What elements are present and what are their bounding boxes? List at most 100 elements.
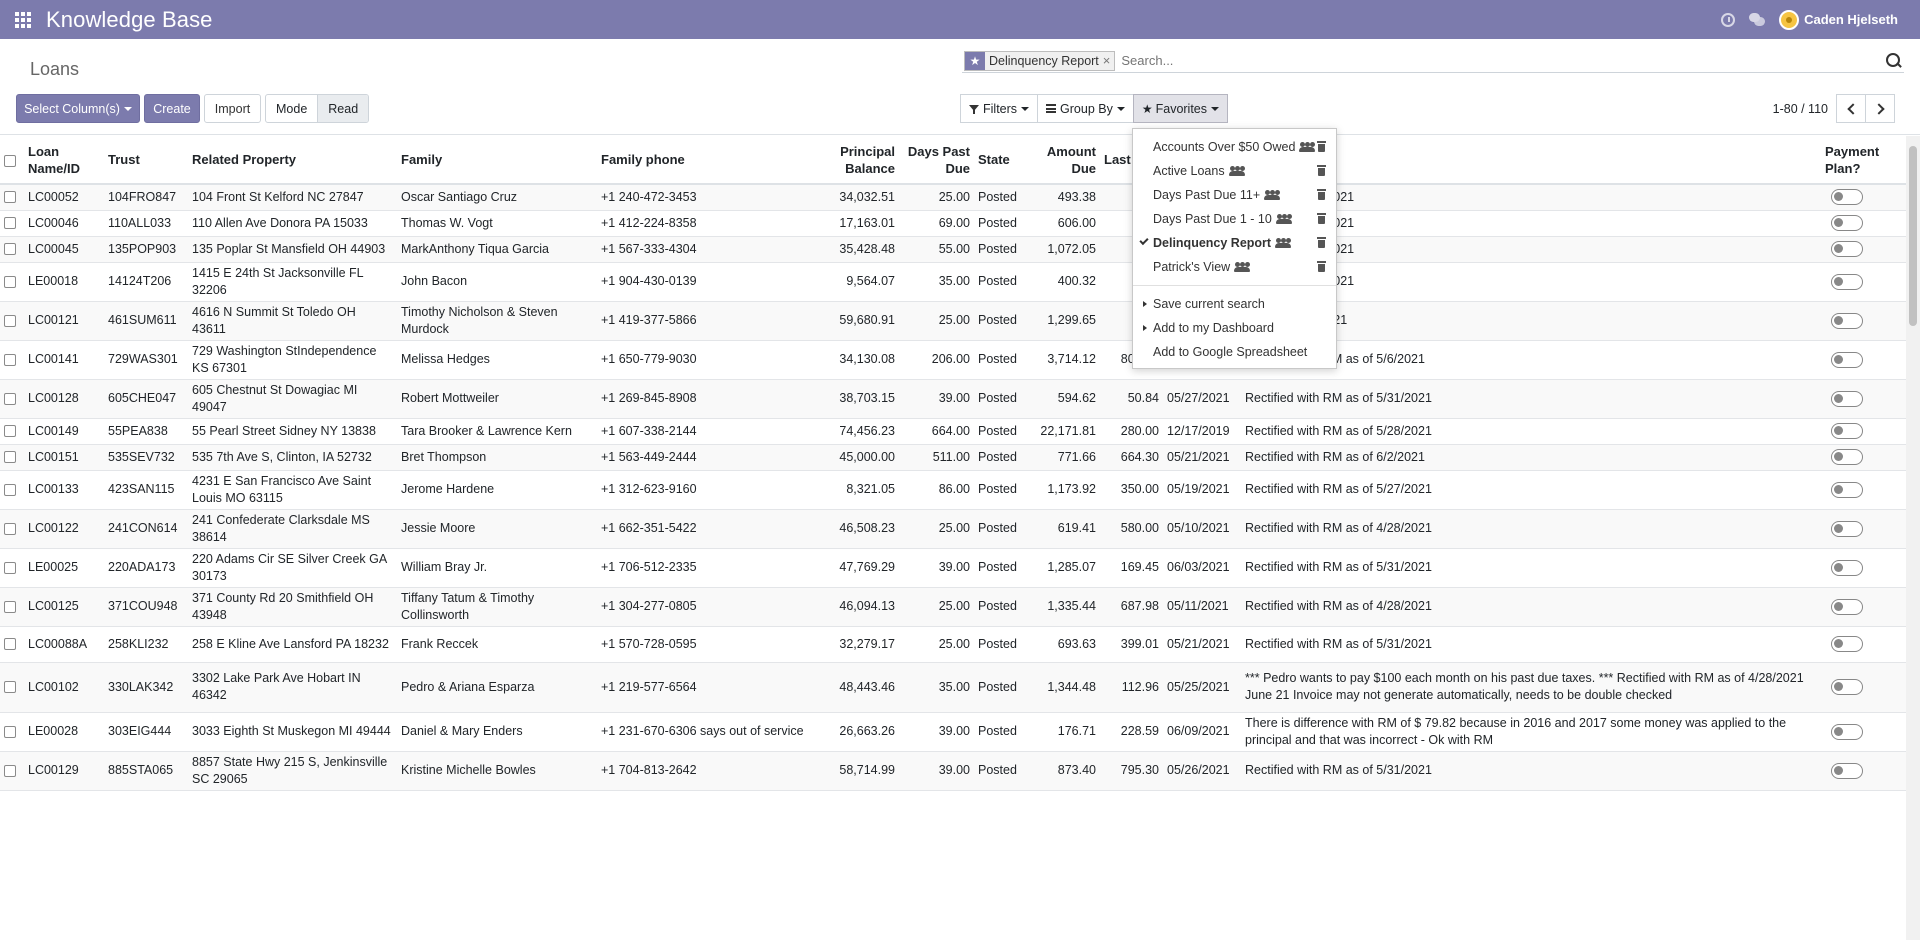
trash-icon[interactable] [1317, 237, 1326, 248]
payment-plan-toggle[interactable] [1821, 509, 1906, 549]
row-checkbox[interactable] [0, 470, 24, 510]
row-checkbox[interactable] [0, 210, 24, 237]
column-header-amount[interactable]: Amount Due [1024, 136, 1100, 185]
select-columns-button[interactable]: Select Column(s) [16, 94, 140, 123]
save-current-search[interactable]: Save current search [1133, 292, 1336, 316]
table-row[interactable]: LC00125 371COU948 371 County Rd 20 Smithfi… [0, 587, 1906, 627]
column-header-principal[interactable]: Principal Balance [817, 136, 899, 185]
trash-icon[interactable] [1317, 261, 1326, 272]
table-row[interactable]: LC00046 110ALL033 110 Allen Ave Donora PA … [0, 210, 1906, 237]
toggle-switch[interactable] [1831, 351, 1863, 368]
favorite-item[interactable]: Patrick's View [1133, 255, 1336, 279]
row-checkbox[interactable] [0, 712, 24, 752]
payment-plan-toggle[interactable] [1821, 662, 1906, 713]
read-button[interactable]: Read [318, 95, 369, 122]
row-checkbox[interactable] [0, 444, 24, 471]
table-row[interactable]: LC00122 241CON614 241 Confederate Clarksda… [0, 509, 1906, 549]
group-by-button[interactable]: Group By [1037, 94, 1134, 123]
row-checkbox[interactable] [0, 184, 24, 211]
toggle-switch[interactable] [1831, 449, 1863, 466]
search-input[interactable] [1115, 50, 1882, 71]
vertical-scrollbar[interactable] [1906, 136, 1920, 940]
toggle-switch[interactable] [1831, 215, 1863, 232]
create-button[interactable]: Create [144, 94, 200, 123]
payment-plan-toggle[interactable] [1821, 210, 1906, 237]
favorite-item[interactable]: Accounts Over $50 Owed [1133, 135, 1336, 159]
toggle-switch[interactable] [1831, 598, 1863, 615]
toggle-switch[interactable] [1831, 241, 1863, 258]
toggle-switch[interactable] [1831, 679, 1863, 696]
column-header-trust[interactable]: Trust [104, 136, 188, 185]
trash-icon[interactable] [1317, 213, 1326, 224]
toggle-switch[interactable] [1831, 273, 1863, 290]
mode-button[interactable]: Mode [266, 95, 319, 122]
row-checkbox[interactable] [0, 548, 24, 588]
row-checkbox[interactable] [0, 236, 24, 263]
apps-menu-icon[interactable] [0, 0, 46, 39]
row-checkbox[interactable] [0, 587, 24, 627]
clock-icon[interactable] [1721, 12, 1736, 27]
column-header-phone[interactable]: Family phone [597, 136, 817, 185]
table-row[interactable]: LC00045 135POP903 135 Poplar St Mansfield … [0, 236, 1906, 263]
toggle-switch[interactable] [1831, 312, 1863, 329]
add-to-google-spreadsheet[interactable]: Add to Google Spreadsheet [1133, 340, 1336, 364]
toggle-switch[interactable] [1831, 636, 1863, 653]
payment-plan-toggle[interactable] [1821, 444, 1906, 471]
row-checkbox[interactable] [0, 662, 24, 713]
table-row[interactable]: LC00141 729WAS301 729 Washington StIndepen… [0, 340, 1906, 380]
row-checkbox[interactable] [0, 340, 24, 380]
column-header-loan[interactable]: Loan Name/ID [24, 136, 104, 185]
favorite-item[interactable]: Active Loans [1133, 159, 1336, 183]
table-row[interactable]: LC00121 461SUM611 4616 N Summit St Toledo … [0, 301, 1906, 341]
add-to-dashboard[interactable]: Add to my Dashboard [1133, 316, 1336, 340]
table-row[interactable]: LC00129 885STA065 8857 State Hwy 215 S, Je… [0, 751, 1906, 791]
toggle-switch[interactable] [1831, 520, 1863, 537]
column-header-family[interactable]: Family [397, 136, 597, 185]
scrollbar-thumb[interactable] [1909, 146, 1917, 326]
payment-plan-toggle[interactable] [1821, 301, 1906, 341]
pager-next-button[interactable] [1865, 94, 1895, 123]
favorite-item[interactable]: Days Past Due 1 - 10 [1133, 207, 1336, 231]
filters-button[interactable]: Filters [960, 94, 1039, 123]
payment-plan-toggle[interactable] [1821, 626, 1906, 663]
column-header-days[interactable]: Days Past Due [899, 136, 974, 185]
payment-plan-toggle[interactable] [1821, 262, 1906, 302]
table-row[interactable]: LE00025 220ADA173 220 Adams Cir SE Silver … [0, 548, 1906, 588]
toggle-switch[interactable] [1831, 559, 1863, 576]
payment-plan-toggle[interactable] [1821, 340, 1906, 380]
table-row[interactable]: LC00133 423SAN115 4231 E San Francisco Ave… [0, 470, 1906, 510]
pager-range[interactable]: 1-80 / 110 [1773, 102, 1828, 116]
table-row[interactable]: LC00052 104FRO847 104 Front St Kelford NC … [0, 184, 1906, 211]
user-menu[interactable]: Caden Hjelseth [1779, 9, 1898, 30]
payment-plan-toggle[interactable] [1821, 470, 1906, 510]
table-row[interactable]: LC00149 55PEA838 55 Pearl Street Sidney NY… [0, 418, 1906, 445]
search-icon[interactable] [1882, 50, 1904, 72]
column-header-property[interactable]: Related Property [188, 136, 397, 185]
row-checkbox[interactable] [0, 626, 24, 663]
toggle-switch[interactable] [1831, 762, 1863, 779]
trash-icon[interactable] [1317, 141, 1326, 152]
facet-remove-icon[interactable]: × [1103, 53, 1115, 68]
row-checkbox[interactable] [0, 301, 24, 341]
payment-plan-toggle[interactable] [1821, 712, 1906, 752]
payment-plan-toggle[interactable] [1821, 548, 1906, 588]
import-button[interactable]: Import [204, 94, 261, 123]
favorite-item[interactable]: Days Past Due 11+ [1133, 183, 1336, 207]
trash-icon[interactable] [1317, 189, 1326, 200]
row-checkbox[interactable] [0, 262, 24, 302]
payment-plan-toggle[interactable] [1821, 751, 1906, 791]
table-row[interactable]: LC00128 605CHE047 605 Chestnut St Dowagiac… [0, 379, 1906, 419]
favorites-button[interactable]: ★ Favorites [1132, 94, 1229, 123]
table-row[interactable]: LC00088A 258KLI232 258 E Kline Ave Lansfor… [0, 626, 1906, 663]
trash-icon[interactable] [1317, 165, 1326, 176]
payment-plan-toggle[interactable] [1821, 587, 1906, 627]
favorite-item[interactable]: Delinquency Report [1133, 231, 1336, 255]
column-header-state[interactable]: State [974, 136, 1024, 185]
chat-icon[interactable] [1749, 12, 1766, 28]
payment-plan-toggle[interactable] [1821, 418, 1906, 445]
pager-previous-button[interactable] [1836, 94, 1866, 123]
column-header-payment-plan[interactable]: Payment Plan? [1821, 136, 1906, 185]
toggle-switch[interactable] [1831, 481, 1863, 498]
toggle-switch[interactable] [1831, 189, 1863, 206]
toggle-switch[interactable] [1831, 390, 1863, 407]
